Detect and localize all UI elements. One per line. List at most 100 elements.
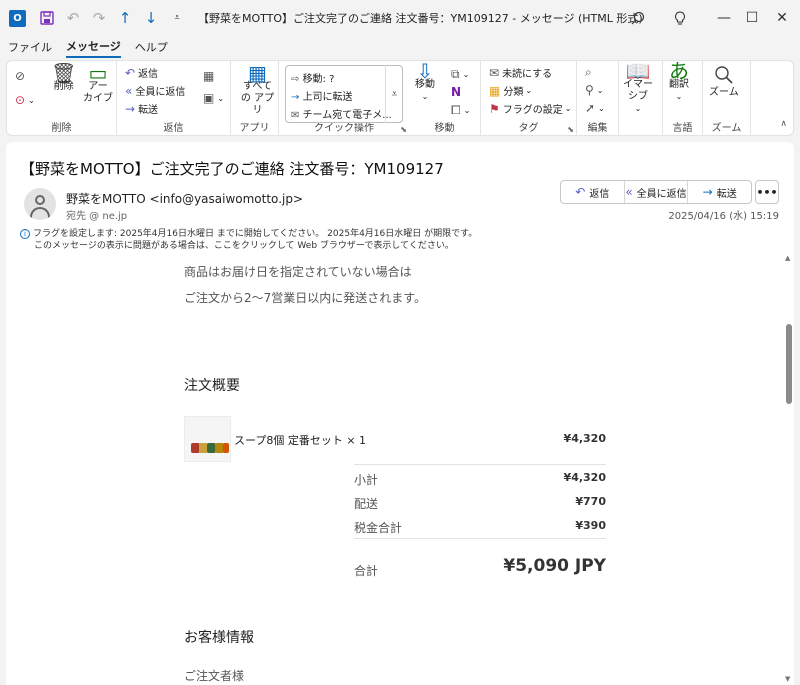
message-datetime: 2025/04/16 (水) 15:19 [668,211,779,222]
save-icon[interactable] [34,5,60,31]
zoom-button[interactable]: ズーム [709,65,739,99]
ribbon-group-label: アプリ [239,123,270,134]
undo-icon[interactable]: ↶ [60,5,86,31]
avatar[interactable] [24,188,56,220]
ribbon-group-language: あ 翻訳 ⌄ 言語 [663,61,703,137]
close-icon[interactable]: ✕ [762,0,800,36]
person-block-icon: ⊙ [15,93,26,107]
reply-all-icon: « [625,185,633,199]
immersive-reader-button[interactable]: 📖 イマー シブ ⌄ [623,59,653,115]
forward-button[interactable]: → 転送 [688,181,751,203]
forward-button[interactable]: → 転送 [125,101,158,117]
dialog-launcher-icon[interactable]: ⬊ [400,125,407,134]
related-button[interactable]: ⚲ ⌄ [585,83,604,97]
lightbulb-icon[interactable] [660,0,700,36]
display-problem-info[interactable]: このメッセージの表示に問題がある場合は、ここをクリックして Web ブラウザーで… [20,240,477,252]
menu-bar: ファイル メッセージ ヘルプ [0,36,800,58]
reply-all-icon: « [125,83,133,98]
body-line: ご注文から2〜7営業日以内に発送されます。 [184,291,427,305]
scroll-down-icon[interactable]: ▼ [785,675,790,683]
move-button[interactable]: ⇩ 移動 ⌄ [415,61,435,103]
outlook-icon: O [9,9,26,27]
collapse-ribbon-icon[interactable]: ∧ [780,119,787,129]
product-name: スープ8個 定番セット × 1 [234,434,367,447]
onenote-button[interactable]: N [451,85,464,99]
scrollbar[interactable]: ▲ ▼ [784,254,794,685]
scroll-up-icon[interactable]: ▲ [785,254,790,262]
move-to-icon: ⇨ [291,74,303,85]
reply-all-button[interactable]: «全員に返信 [625,181,689,203]
flag-button[interactable]: ⚑ フラグの設定 ⌄ [489,101,571,117]
reply-button[interactable]: ↶ 返信 [561,181,625,203]
ignore-button[interactable]: ⊘ [15,69,28,83]
info-icon: i [20,228,30,239]
subtotal-value: ¥4,320 [563,471,606,484]
archive-button[interactable]: ▭ アー カイブ [83,63,113,105]
divider [354,464,606,465]
ribbon-group-label: 返信 [163,123,184,134]
tab-message[interactable]: メッセージ [66,36,121,58]
delete-button[interactable]: 🗑 削除 [51,61,77,93]
select-button[interactable]: ➚ ⌄ [585,101,605,115]
total-value: ¥5,090 JPY [503,556,606,576]
mail-icon: ✉ [291,110,303,121]
ribbon-group-immersive: 📖 イマー シブ ⌄ [619,61,663,137]
forward-icon: → [125,101,136,116]
quick-step-to-manager[interactable]: → 上司に転送 [291,88,353,103]
trash-icon: 🗑 [51,61,77,85]
subtotal-label: 小計 [354,473,379,487]
find-button[interactable]: ⌕ [585,65,595,80]
ribbon-group-move: ⇩ 移動 ⌄ ⧉ ⌄ N ⧠ ⌄ 移動 [409,61,481,137]
mark-unread-button[interactable]: ✉ 未読にする [489,65,552,81]
actions-button[interactable]: ⧠ ⌄ [451,103,470,118]
reply-all-button[interactable]: «全員に返信 [125,83,185,99]
tab-file[interactable]: ファイル [8,37,52,57]
ribbon-group-tags: ✉ 未読にする ▦ 分類 ⌄ ⚑ フラグの設定 ⌄ タグ ⬊ [481,61,577,137]
quick-step-team-email[interactable]: ✉ チーム宛て電子メ... [291,106,392,121]
orderer-label: ご注文者様 [184,669,245,683]
redo-icon[interactable]: ↷ [86,5,112,31]
avatar-head [35,195,45,205]
sender[interactable]: 野菜をMOTTO <info@yasaiwomotto.jp> [66,190,303,207]
forward-icon: → [702,185,713,199]
message-actions: ↶ 返信 «全員に返信 → 転送 [560,180,752,204]
customize-toolbar-icon[interactable]: ⩡ [164,5,190,31]
all-apps-button[interactable]: ▦ すべて の アプリ [237,61,278,117]
quick-steps-expand[interactable]: ⩡ [385,65,403,123]
translate-icon: あ [669,59,689,83]
meeting-button[interactable]: ▦ [203,69,217,83]
more-respond-button[interactable]: ▣ ⌄ [203,91,224,105]
immersive-reader-icon: 📖 [625,59,651,83]
dialog-launcher-icon[interactable]: ⬊ [567,125,574,134]
flag-info: フラグを設定します: 2025年4月16日水曜日 までに開始してください。 20… [33,229,478,239]
arrow-down-icon[interactable]: ↓ [138,5,164,31]
ribbon-group-editing: ⌕ ⚲ ⌄ ➚ ⌄ 編集 [577,61,619,137]
translate-button[interactable]: あ 翻訳 ⌄ [669,59,689,103]
total-label: 合計 [354,564,379,578]
quick-step-move[interactable]: ⇨ 移動: ? [291,70,334,85]
shipping-value: ¥770 [575,495,606,508]
rules-button[interactable]: ⧉ ⌄ [451,67,469,82]
product-image[interactable] [184,416,231,462]
reading-pane: 【野菜をMOTTO】ご注文完了のご連絡 注文番号：YM109127 野菜をMOT… [6,142,794,685]
more-actions-button[interactable]: ••• [755,180,779,204]
ribbon-group-delete: ⊘ ⊙ ⌄ 🗑 削除 ▭ アー カイブ 削除 [7,61,117,137]
recipient[interactable]: 宛先 @ ne.jp [66,207,127,222]
junk-button[interactable]: ⊙ ⌄ [15,93,35,107]
categorize-button[interactable]: ▦ 分類 ⌄ [489,83,532,99]
apps-grid-icon: ▦ [248,61,267,85]
scrollbar-thumb[interactable] [786,324,792,404]
unread-icon: ✉ [489,65,500,80]
ribbon: ⊘ ⊙ ⌄ 🗑 削除 ▭ アー カイブ 削除 ↶ 返信 «全員に返信 → 転送 ▦ ▣… [6,60,794,137]
categorize-icon: ▦ [489,83,501,98]
order-summary-title: 注文概要 [184,378,240,394]
reply-button[interactable]: ↶ 返信 [125,65,158,81]
search-icon[interactable] [618,0,658,36]
shipping-label: 配送 [354,497,379,511]
info-bar[interactable]: i フラグを設定します: 2025年4月16日水曜日 までに開始してください。 2… [20,228,477,252]
onenote-icon: N [451,85,462,99]
ribbon-group-apps: ▦ すべて の アプリ アプリ [231,61,279,137]
arrow-up-icon[interactable]: ↑ [112,5,138,31]
avatar-body [30,207,50,220]
tab-help[interactable]: ヘルプ [135,37,168,57]
